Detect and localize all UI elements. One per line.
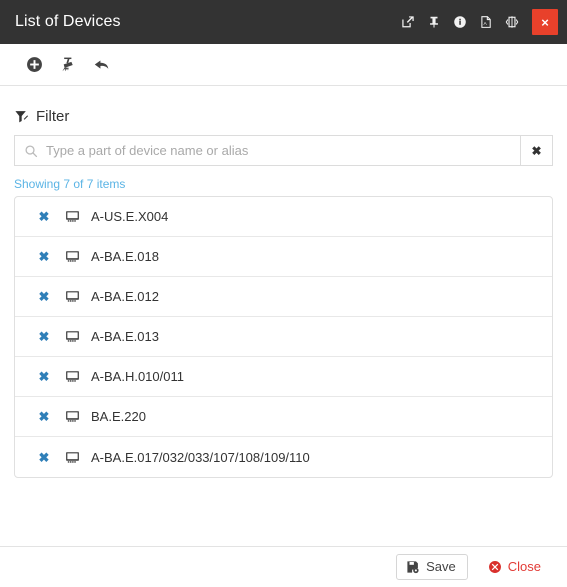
device-name: BA.E.220 (91, 409, 146, 424)
save-icon (406, 560, 420, 574)
showing-count-label: Showing 7 of 7 items (14, 177, 126, 191)
device-name: A-BA.E.013 (91, 329, 159, 344)
dialog-body: Filter ✖ Showing 7 of 7 items ✖ A-US.E.X0… (0, 86, 567, 546)
table-row[interactable]: ✖ A-US.E.X004 (15, 197, 552, 237)
table-row[interactable]: ✖ A-BA.E.012 (15, 277, 552, 317)
close-button-label: Close (507, 558, 541, 574)
device-icon (65, 329, 80, 344)
remove-device-button[interactable]: ✖ (36, 290, 52, 303)
filter-input-group: ✖ (14, 135, 553, 166)
search-icon (24, 144, 38, 158)
device-name: A-BA.E.012 (91, 289, 159, 304)
device-icon (65, 289, 80, 304)
info-icon[interactable] (447, 0, 473, 44)
clear-filter-button[interactable]: ✖ (520, 135, 553, 166)
undo-icon[interactable] (86, 50, 118, 80)
dialog-titlebar: List of Devices A × (0, 0, 567, 44)
device-icon (65, 369, 80, 384)
add-icon[interactable] (18, 50, 50, 80)
remove-device-button[interactable]: ✖ (36, 330, 52, 343)
save-button[interactable]: Save (396, 553, 468, 581)
device-icon (65, 209, 80, 224)
filter-header: Filter (14, 108, 553, 125)
close-circle-icon (488, 560, 502, 574)
broom-icon[interactable] (52, 50, 84, 80)
dialog-title: List of Devices (15, 13, 121, 30)
device-name: A-US.E.X004 (91, 209, 169, 224)
table-row[interactable]: ✖ A-BA.E.013 (15, 317, 552, 357)
list-of-devices-dialog: List of Devices A × Filter Type a part o… (0, 0, 567, 587)
table-row[interactable]: ✖ BA.E.220 (15, 397, 552, 437)
dialog-toolbar (0, 44, 567, 86)
close-button[interactable]: Close (478, 554, 551, 581)
search-input[interactable] (46, 136, 520, 165)
device-icon (65, 249, 80, 264)
remove-device-button[interactable]: ✖ (36, 250, 52, 263)
remove-device-button[interactable]: ✖ (36, 370, 52, 383)
remove-device-button[interactable]: ✖ (36, 451, 52, 464)
device-list: ✖ A-US.E.X004 ✖ A-BA.E.018 ✖ A-BA.E.012 ✖ A-BA.… (14, 196, 553, 478)
titlebar-actions: A × (395, 0, 567, 44)
table-row[interactable]: ✖ A-BA.E.017/032/033/107/108/109/110 (15, 437, 552, 477)
pin-icon[interactable] (421, 0, 447, 44)
pdf-icon[interactable]: A (473, 0, 499, 44)
remove-device-button[interactable]: ✖ (36, 210, 52, 223)
filter-label: Filter (36, 108, 70, 125)
device-icon (65, 450, 80, 465)
popout-icon[interactable] (395, 0, 421, 44)
filter-input-wrap (14, 135, 520, 166)
device-name: A-BA.E.018 (91, 249, 159, 264)
close-window-button[interactable]: × (532, 9, 558, 35)
device-icon (65, 409, 80, 424)
dialog-footer: Save Close (0, 546, 567, 587)
flip-icon[interactable] (499, 0, 525, 44)
device-name: A-BA.E.017/032/033/107/108/109/110 (91, 449, 310, 465)
filter-icon (14, 109, 29, 124)
device-name: A-BA.H.010/011 (91, 369, 184, 384)
save-button-label: Save (426, 558, 456, 574)
table-row[interactable]: ✖ A-BA.E.018 (15, 237, 552, 277)
svg-text:A: A (483, 21, 487, 27)
remove-device-button[interactable]: ✖ (36, 410, 52, 423)
table-row[interactable]: ✖ A-BA.H.010/011 (15, 357, 552, 397)
